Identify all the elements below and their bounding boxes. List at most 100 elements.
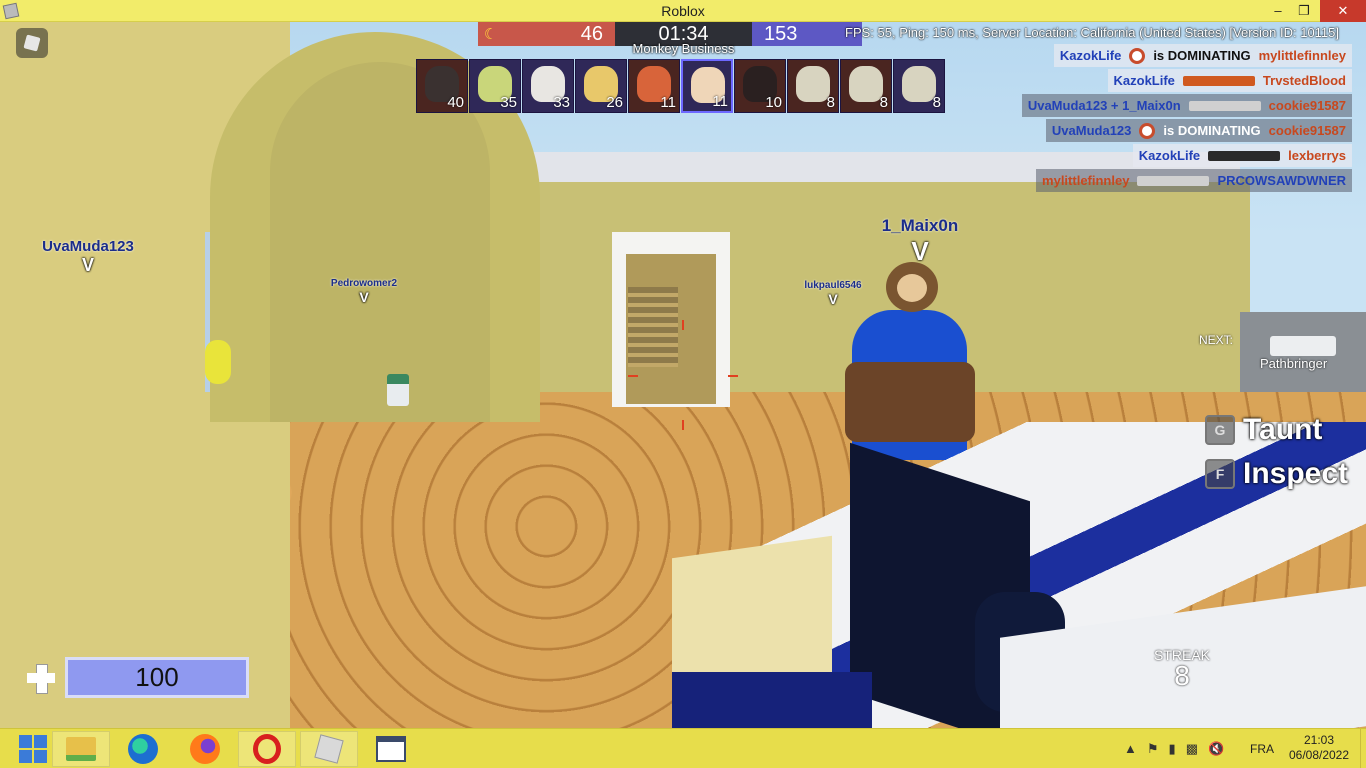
portrait-kill-count: 8 [932,94,941,111]
crosshair-right [728,375,738,377]
roblox-menu-button[interactable] [16,28,48,58]
show-desktop-button[interactable] [1360,729,1366,768]
windows-logo-icon [19,735,47,763]
monkey-face [897,274,927,302]
portrait-kill-count: 8 [879,94,888,111]
weapon-icon [1208,150,1281,161]
weapon-icon [1137,175,1210,186]
killfeed-killer: KazokLife [1113,73,1175,88]
kill-feed: KazokLife is DOMINATING mylittlefinnley Kaz… [1021,44,1352,192]
kill-streak: STREAK 8 [1140,647,1224,691]
killfeed-row: mylittlefinnley PRCOWSAWDWNER [1036,169,1352,192]
archway-inner [270,62,490,422]
file-explorer-icon [66,737,96,761]
player-portrait: 8 [840,59,892,113]
portrait-kill-count: 35 [500,94,517,111]
inspect-label: Inspect [1243,457,1349,490]
player-marker: V [359,289,369,305]
stairs [628,287,678,367]
clock[interactable]: 21:03 06/08/2022 [1286,733,1352,763]
player-portrait: 8 [787,59,839,113]
killfeed-row: KazokLife lexberrys [1132,144,1352,167]
player-nametag: Pedrowomer2 V [314,278,414,305]
killfeed-killer: mylittlefinnley [1042,173,1130,188]
player-portrait: 8 [893,59,945,113]
avatar [796,66,830,102]
killfeed-row: KazokLife is DOMINATING mylittlefinnley [1053,44,1352,67]
killfeed-row: UvaMuda123 + 1_Maix0n cookie91587 [1021,94,1352,117]
domination-icon [1139,122,1156,139]
portrait-kill-count: 11 [712,93,728,110]
tray-chevron-up-icon[interactable]: ▲ [1124,741,1137,757]
player-marker: V [911,236,929,266]
killfeed-victim: lexberrys [1288,148,1346,163]
window-title: Roblox [661,3,705,19]
player-name: 1_Maix0n [881,216,959,235]
minimize-button[interactable]: – [1264,0,1292,22]
player-name: lukpaul6546 [804,280,862,291]
player-portrait: 33 [522,59,574,113]
inspect-hint: F Inspect [1205,457,1348,491]
player-name: UvaMuda123 [42,238,134,255]
window-titlebar: Roblox – ❐ ✕ [0,0,1366,22]
taskbar-firefox[interactable] [176,731,234,767]
portrait-kill-count: 11 [660,94,676,111]
opera-icon [253,734,281,764]
close-button[interactable]: ✕ [1320,0,1366,22]
roblox-icon [314,734,344,764]
edge-icon [128,734,158,764]
crosshair-bottom [682,420,684,430]
streak-value: 8 [1174,660,1190,691]
player-nametag: lukpaul6546 V [793,280,873,307]
volume-muted-icon[interactable]: 🔇 [1208,741,1224,757]
portrait-kill-count: 33 [553,94,570,111]
firefox-icon [190,734,220,764]
taskbar-window-app[interactable] [362,731,420,767]
killfeed-killer: UvaMuda123 + 1_Maix0n [1027,98,1181,113]
taunt-hint: G Taunt [1205,413,1322,447]
next-weapon-name: Pathbringer [1260,356,1328,371]
portrait-kill-count: 10 [765,94,782,111]
taskbar-file-explorer[interactable] [52,731,110,767]
taskbar-edge[interactable] [114,731,172,767]
player-portrait: 35 [469,59,521,113]
killfeed-killer: KazokLife [1059,48,1122,63]
player-portraits: 40 35 33 26 11 11 10 8 8 8 [416,59,945,113]
weapon-icon [1188,100,1261,111]
killfeed-action: is DOMINATING [1163,123,1261,138]
banana-character [205,340,231,384]
window-app-icon [376,736,406,762]
killfeed-killer: UvaMuda123 [1051,123,1132,138]
player-nametag: 1_Maix0n V [860,216,980,267]
taunt-label: Taunt [1243,413,1323,446]
crosshair-left [628,375,638,377]
battery-icon[interactable]: ▮ [1169,741,1176,757]
killfeed-row: UvaMuda123 is DOMINATING cookie91587 [1045,119,1352,142]
system-tray: ▲ ⚑ ▮ ▩ 🔇 [1124,741,1224,757]
taskbar-opera[interactable] [238,731,296,767]
portrait-kill-count: 26 [606,94,623,111]
killfeed-victim: cookie91587 [1268,123,1346,138]
restore-button[interactable]: ❐ [1290,0,1318,22]
inspect-key: F [1205,459,1235,489]
player-portrait: 11 [681,59,733,113]
network-signal-icon[interactable]: ▩ [1186,741,1198,757]
killfeed-victim: TrvstedBlood [1262,73,1346,88]
clock-date: 06/08/2022 [1288,748,1350,762]
killfeed-killer: KazokLife [1138,148,1201,163]
taunt-key: G [1205,415,1235,445]
player-portrait: 11 [628,59,680,113]
player-name: Pedrowomer2 [330,278,398,289]
input-language[interactable]: FRA [1250,742,1274,756]
player-marker: V [828,291,838,307]
crosshair-top [682,320,684,330]
player-portrait: 26 [575,59,627,113]
player-portrait: 10 [734,59,786,113]
health-bar: 100 [65,657,249,698]
performance-info: FPS: 55, Ping: 150 ms, Server Location: … [845,25,1340,40]
health-pickup [387,374,409,406]
game-mode-label: Monkey Business [632,41,735,56]
flag-icon[interactable]: ⚑ [1147,741,1159,757]
taskbar-roblox[interactable] [300,731,358,767]
killfeed-row: KazokLife TrvstedBlood [1107,69,1352,92]
